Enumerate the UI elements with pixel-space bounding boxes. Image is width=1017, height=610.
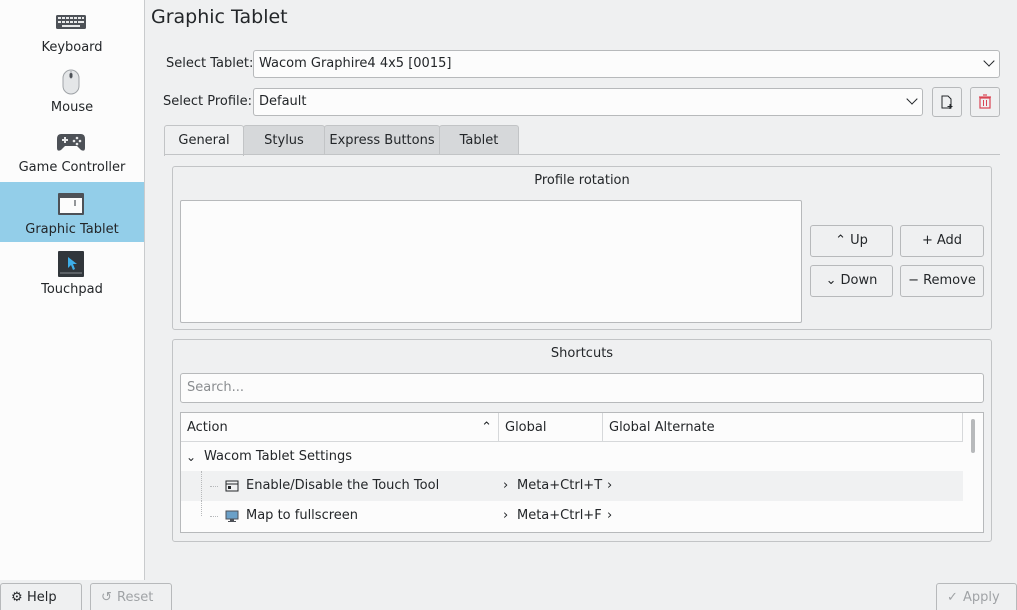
profile-rotation-list[interactable] <box>180 200 802 323</box>
down-button-label: Down <box>840 273 878 288</box>
up-button-label: Up <box>850 233 868 248</box>
column-header-action[interactable]: Action ⌃ <box>181 413 499 442</box>
action-label: Map to fullscreen <box>246 508 359 523</box>
column-header-label: Action <box>187 420 228 435</box>
tablet-icon <box>58 193 84 215</box>
global-shortcut[interactable]: Meta+Ctrl+F <box>517 501 602 531</box>
shortcuts-title: Shortcuts <box>550 346 614 361</box>
touchpad-icon <box>58 251 84 277</box>
new-profile-button[interactable] <box>932 87 962 117</box>
help-button-label: Help <box>27 590 57 605</box>
sort-ascending-icon: ⌃ <box>481 420 492 435</box>
table-row[interactable]: Enable/Disable the Touch Tool › Meta+Ctr… <box>181 471 963 501</box>
chevron-down-icon: ⌄ <box>825 273 837 288</box>
profile-rotation-group: Profile rotation ⌃ Up + Add ⌄ Down − Remove <box>172 166 992 330</box>
select-profile-label: Select Profile: <box>163 94 253 109</box>
tab-stylus[interactable]: Stylus <box>243 125 325 155</box>
add-button[interactable]: + Add <box>900 225 984 257</box>
select-tablet-label: Select Tablet: <box>166 56 254 71</box>
tab-express-buttons[interactable]: Express Buttons <box>324 125 440 155</box>
search-input[interactable]: Search... <box>180 373 984 403</box>
reset-button-label: Reset <box>117 590 154 605</box>
chevron-up-icon: ⌃ <box>835 233 847 248</box>
sidebar-item-graphic-tablet[interactable]: Graphic Tablet <box>0 182 144 242</box>
tree-branch-line <box>201 501 202 516</box>
tab-general[interactable]: General <box>164 125 244 156</box>
sidebar: Keyboard Mouse Game Controller Graphic T… <box>0 0 145 580</box>
checkmark-icon: ✓ <box>947 590 958 605</box>
remove-button-label: Remove <box>923 273 976 288</box>
action-label: Enable/Disable the Touch Tool <box>246 478 440 493</box>
sidebar-item-label: Mouse <box>50 100 94 115</box>
mouse-icon <box>62 69 80 95</box>
sidebar-item-label: Game Controller <box>18 160 126 175</box>
trash-icon <box>979 94 991 109</box>
apply-button[interactable]: ✓ Apply <box>936 583 1017 610</box>
tab-divider <box>164 154 1000 155</box>
expand-chevron-icon[interactable]: ⌄ <box>186 442 196 472</box>
help-button[interactable]: ⚙ Help <box>0 583 82 610</box>
sidebar-item-touchpad[interactable]: Touchpad <box>0 242 144 302</box>
page-title: Graphic Tablet <box>151 6 288 28</box>
add-button-label: Add <box>936 233 963 248</box>
select-profile-value: Default <box>259 94 307 109</box>
undo-icon: ↺ <box>101 590 112 605</box>
chevron-right-icon[interactable]: › <box>503 471 508 501</box>
column-header-label: Global <box>505 420 547 435</box>
sidebar-item-label: Keyboard <box>41 40 103 55</box>
select-tablet-value: Wacom Graphire4 4x5 [0015] <box>259 56 452 71</box>
new-document-icon <box>941 95 953 109</box>
select-profile-combo[interactable]: Default <box>253 88 923 116</box>
monitor-icon <box>225 510 239 522</box>
chevron-right-icon[interactable]: › <box>607 471 612 501</box>
column-header-global-alternate[interactable]: Global Alternate <box>603 413 963 442</box>
tree-branch-line <box>210 516 218 517</box>
tree-group-row[interactable]: ⌄ Wacom Tablet Settings <box>181 442 963 472</box>
shortcuts-tree[interactable]: Action ⌃ Global Global Alternate ⌄ Wacom… <box>180 412 984 533</box>
sidebar-item-label: Graphic Tablet <box>25 222 119 237</box>
plus-icon: + <box>921 233 933 248</box>
sidebar-item-mouse[interactable]: Mouse <box>0 60 144 120</box>
touch-tool-icon <box>225 480 239 492</box>
scrollbar[interactable] <box>971 419 975 453</box>
help-icon: ⚙ <box>11 590 23 605</box>
column-header-global[interactable]: Global <box>499 413 603 442</box>
column-header-label: Global Alternate <box>609 420 715 435</box>
profile-rotation-title: Profile rotation <box>534 173 630 188</box>
tree-branch-line <box>210 486 218 487</box>
tab-tablet[interactable]: Tablet <box>439 125 519 155</box>
select-tablet-combo[interactable]: Wacom Graphire4 4x5 [0015] <box>253 50 1000 78</box>
reset-button[interactable]: ↺ Reset <box>90 583 172 610</box>
sidebar-item-game-controller[interactable]: Game Controller <box>0 120 144 180</box>
sidebar-item-keyboard[interactable]: Keyboard <box>0 0 144 60</box>
chevron-right-icon[interactable]: › <box>503 501 508 531</box>
keyboard-icon <box>56 15 86 29</box>
sidebar-item-label: Touchpad <box>41 282 103 297</box>
tree-group-label: Wacom Tablet Settings <box>204 449 353 464</box>
global-shortcut[interactable]: Meta+Ctrl+T <box>517 471 602 501</box>
minus-icon: − <box>908 273 920 288</box>
chevron-down-icon <box>906 93 918 105</box>
up-button[interactable]: ⌃ Up <box>810 225 893 257</box>
down-button[interactable]: ⌄ Down <box>810 265 893 297</box>
delete-profile-button[interactable] <box>970 87 1000 117</box>
gamepad-icon <box>57 134 85 151</box>
chevron-right-icon[interactable]: › <box>607 501 612 531</box>
remove-button[interactable]: − Remove <box>900 265 984 297</box>
apply-button-label: Apply <box>963 590 1000 605</box>
tree-branch-line <box>201 471 202 501</box>
table-row[interactable]: Map to fullscreen › Meta+Ctrl+F › <box>181 501 963 531</box>
chevron-down-icon <box>983 55 995 67</box>
